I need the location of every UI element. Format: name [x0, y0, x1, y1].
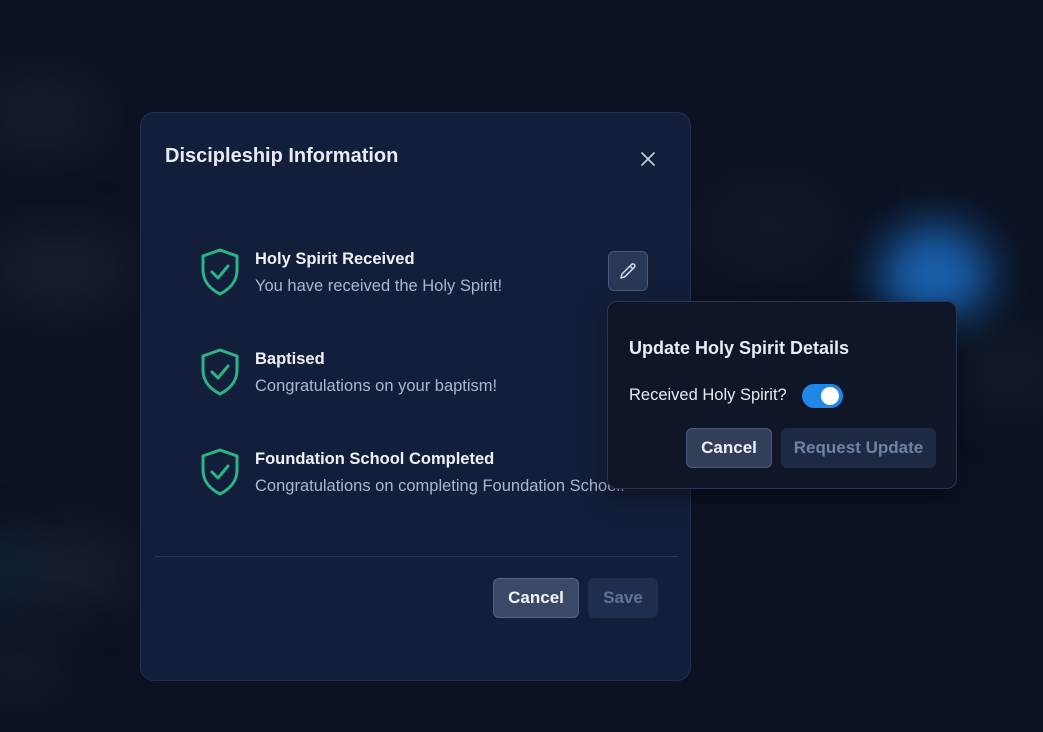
shield-check-icon [201, 348, 239, 396]
save-button[interactable]: Save [588, 578, 658, 618]
modal-footer-divider [155, 556, 678, 557]
status-item-description: Congratulations on your baptism! [255, 377, 498, 395]
status-item-baptised: Baptised Congratulations on your baptism… [199, 348, 669, 404]
background-blur [960, 340, 1043, 400]
status-item-holy-spirit: Holy Spirit Received You have received t… [199, 248, 669, 304]
status-item-description: You have received the Holy Spirit! [255, 277, 503, 295]
background-blur [0, 90, 100, 140]
close-icon [641, 152, 655, 166]
update-holy-spirit-popover: Update Holy Spirit Details Received Holy… [607, 301, 957, 489]
received-holy-spirit-toggle[interactable] [802, 384, 843, 408]
close-button[interactable] [637, 148, 659, 170]
shield-check-icon [201, 248, 239, 296]
modal-title: Discipleship Information [165, 145, 399, 167]
pencil-icon [620, 263, 636, 279]
status-item-title: Baptised [255, 350, 325, 368]
edit-holy-spirit-button[interactable] [608, 251, 648, 291]
background-blur [700, 180, 840, 270]
popover-cancel-button[interactable]: Cancel [686, 428, 772, 468]
shield-check-icon [201, 448, 239, 496]
status-item-title: Foundation School Completed [255, 450, 495, 468]
status-item-foundation-school: Foundation School Completed Congratulati… [199, 448, 669, 504]
request-update-button[interactable]: Request Update [781, 428, 936, 468]
background-blur [0, 240, 130, 300]
cancel-button[interactable]: Cancel [493, 578, 579, 618]
popover-title: Update Holy Spirit Details [629, 338, 850, 358]
received-holy-spirit-label: Received Holy Spirit? [629, 386, 787, 404]
toggle-knob [821, 387, 839, 405]
status-item-title: Holy Spirit Received [255, 250, 415, 268]
status-item-description: Congratulations on completing Foundation… [255, 477, 625, 495]
background-blur [0, 640, 60, 690]
